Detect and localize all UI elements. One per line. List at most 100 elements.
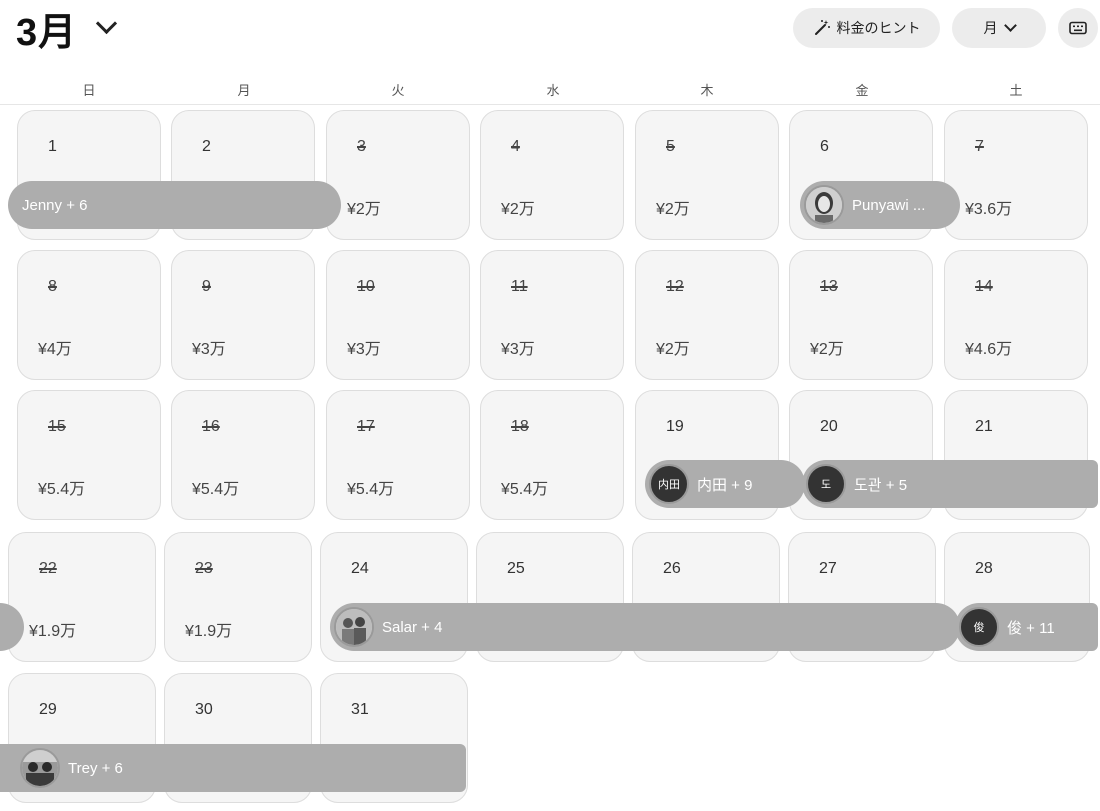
keyboard-icon: [1069, 21, 1087, 35]
day-cell[interactable]: 8 ¥4万: [17, 250, 161, 380]
day-price: ¥1.9万: [185, 623, 233, 640]
guest-avatar: [804, 185, 844, 225]
day-number: 26: [663, 560, 681, 577]
chevron-down-icon: [96, 12, 118, 34]
day-number: 7: [975, 138, 984, 155]
day-number: 19: [666, 418, 684, 435]
day-cell[interactable]: 17 ¥5.4万: [326, 390, 470, 520]
day-price: ¥2万: [656, 341, 690, 358]
day-price: ¥1.9万: [29, 623, 77, 640]
weekday-sun: 日: [82, 83, 96, 98]
header-divider: [0, 104, 1100, 105]
day-cell[interactable]: 13 ¥2万: [789, 250, 933, 380]
chevron-down-icon: [1003, 19, 1017, 32]
day-number: 10: [357, 278, 375, 295]
reservation-bar[interactable]: 도 도관 + 5: [802, 460, 1098, 508]
day-number: 18: [511, 418, 529, 435]
reservation-bar[interactable]: 内田 内田 + 9: [645, 460, 805, 508]
day-price: ¥5.4万: [192, 481, 240, 498]
day-number: 20: [820, 418, 838, 435]
day-price: ¥3万: [347, 341, 381, 358]
day-cell[interactable]: 7 ¥3.6万: [944, 110, 1088, 240]
day-number: 17: [357, 418, 375, 435]
day-number: 21: [975, 418, 993, 435]
reservation-label: Trey + 6: [68, 759, 123, 777]
day-cell[interactable]: 4 ¥2万: [480, 110, 624, 240]
day-number: 8: [48, 278, 57, 295]
day-price: ¥2万: [656, 201, 690, 218]
day-number: 29: [39, 701, 57, 718]
reservation-bar[interactable]: Punyawi ...: [800, 181, 960, 229]
guest-avatar: 内田: [649, 464, 689, 504]
view-mode-label: 月: [983, 20, 998, 36]
day-cell[interactable]: 11 ¥3万: [480, 250, 624, 380]
day-number: 27: [819, 560, 837, 577]
day-number: 24: [351, 560, 369, 577]
day-cell[interactable]: 14 ¥4.6万: [944, 250, 1088, 380]
day-price: ¥4万: [38, 341, 72, 358]
day-number: 30: [195, 701, 213, 718]
day-price: ¥4.6万: [965, 341, 1013, 358]
day-number: 3: [357, 138, 366, 155]
day-price: ¥3.6万: [965, 201, 1013, 218]
day-price: ¥2万: [810, 341, 844, 358]
day-number: 23: [195, 560, 213, 577]
day-cell[interactable]: 10 ¥3万: [326, 250, 470, 380]
day-number: 14: [975, 278, 993, 295]
day-cell[interactable]: 3 ¥2万: [326, 110, 470, 240]
reservation-bar[interactable]: Trey + 6: [0, 744, 466, 792]
keyboard-shortcuts-button[interactable]: [1058, 8, 1098, 48]
day-number: 11: [511, 278, 528, 295]
day-number: 1: [48, 138, 57, 155]
day-number: 4: [511, 138, 520, 155]
reservation-bar[interactable]: 俊 俊 + 11: [955, 603, 1098, 651]
day-cell[interactable]: 12 ¥2万: [635, 250, 779, 380]
day-number: 25: [507, 560, 525, 577]
view-mode-dropdown[interactable]: 月: [952, 8, 1046, 48]
reservation-bar[interactable]: Jenny + 6: [8, 181, 341, 229]
month-title: 3月: [16, 11, 78, 54]
reservation-label: 内田 + 9: [697, 476, 753, 494]
weekday-sat: 土: [1009, 83, 1023, 98]
magic-wand-icon: [814, 20, 830, 35]
day-price: ¥3万: [501, 341, 535, 358]
day-cell[interactable]: 16 ¥5.4万: [171, 390, 315, 520]
weekday-thu: 木: [700, 83, 714, 98]
day-price: ¥5.4万: [501, 481, 549, 498]
reservation-label: Salar + 4: [382, 618, 443, 636]
day-price: ¥2万: [347, 201, 381, 218]
day-number: 12: [666, 278, 684, 295]
day-cell[interactable]: 18 ¥5.4万: [480, 390, 624, 520]
day-cell[interactable]: 23 ¥1.9万: [164, 532, 312, 662]
day-number: 15: [48, 418, 66, 435]
day-cell[interactable]: 5 ¥2万: [635, 110, 779, 240]
guest-avatar: [334, 607, 374, 647]
day-cell[interactable]: 22 ¥1.9万: [8, 532, 156, 662]
guest-avatar: [20, 748, 60, 788]
weekday-tue: 火: [391, 83, 405, 98]
guest-avatar: 도: [806, 464, 846, 504]
day-cell[interactable]: 9 ¥3万: [171, 250, 315, 380]
reservation-label: Jenny + 6: [22, 196, 88, 214]
month-selector[interactable]: 3月: [16, 4, 118, 54]
day-number: 22: [39, 560, 57, 577]
day-price: ¥3万: [192, 341, 226, 358]
day-number: 9: [202, 278, 211, 295]
weekday-mon: 月: [237, 83, 251, 98]
day-cell[interactable]: 15 ¥5.4万: [17, 390, 161, 520]
price-hint-button[interactable]: 料金のヒント: [793, 8, 940, 48]
day-price: ¥5.4万: [38, 481, 86, 498]
reservation-bar[interactable]: Salar + 4: [330, 603, 960, 651]
day-number: 31: [351, 701, 369, 718]
day-number: 13: [820, 278, 838, 295]
reservation-label: 도관 + 5: [854, 476, 908, 494]
day-number: 28: [975, 560, 993, 577]
day-number: 5: [666, 138, 675, 155]
reservation-label: Punyawi ...: [852, 196, 926, 214]
day-price: ¥5.4万: [347, 481, 395, 498]
guest-avatar: 俊: [959, 607, 999, 647]
day-price: ¥2万: [501, 201, 535, 218]
day-number: 2: [202, 138, 211, 155]
weekday-wed: 水: [546, 83, 560, 98]
day-number: 16: [202, 418, 220, 435]
